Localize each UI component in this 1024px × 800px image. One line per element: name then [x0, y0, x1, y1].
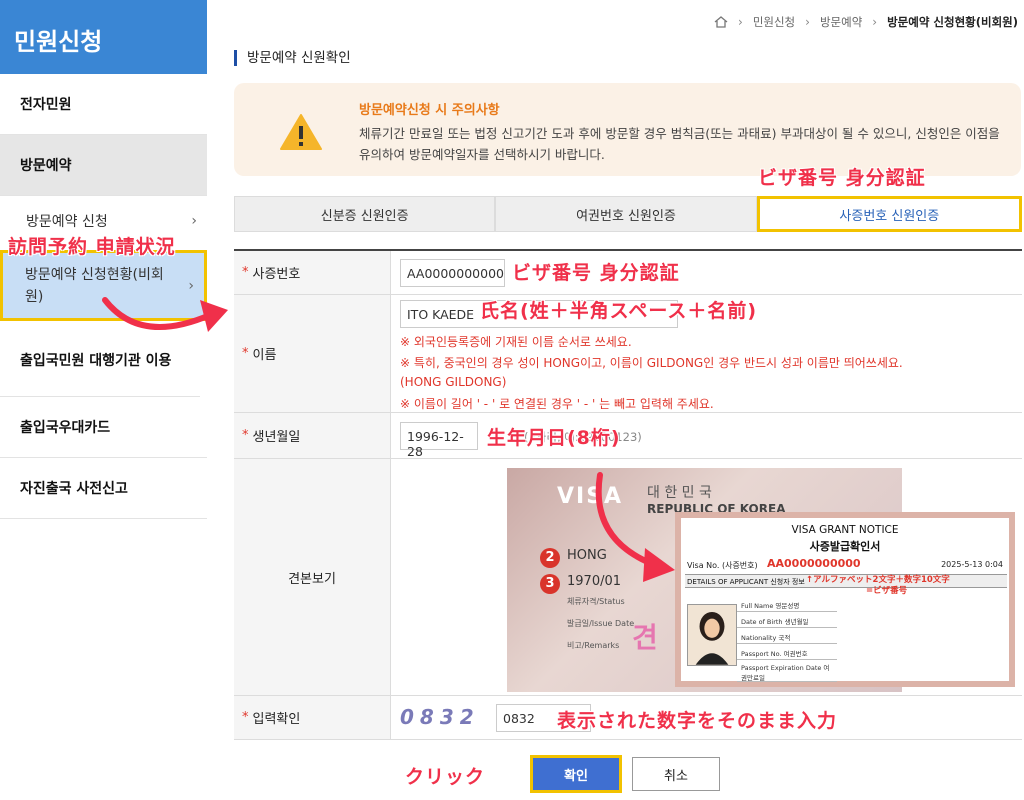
grant-date: 2025-5-13 0:04 — [941, 560, 1003, 569]
annotation-visit-status: 訪問予約 申請状況 — [8, 236, 176, 258]
tab-passport[interactable]: 여권번호 신원인증 — [495, 196, 757, 232]
sidebar: 민원신청 전자민원 방문예약 방문예약 신청 › 방문예약 신청현황(비회원) … — [0, 0, 207, 800]
grant-field: Date of Birth 생년월일 — [737, 612, 837, 628]
sidebar-item-visit-reservation[interactable]: 방문예약 — [0, 135, 207, 196]
chevron-right-icon: › — [805, 15, 810, 29]
tab-id-card[interactable]: 신분증 신원인증 — [234, 196, 496, 232]
name-note: ※ 특히, 중국인의 경우 성이 HONG이고, 이름이 GILDONG인 경우… — [400, 356, 903, 370]
sidebar-subitem-label: 방문예약 신청 — [26, 214, 108, 230]
grant-visa-no-value: AA0000000000 — [767, 557, 861, 570]
identity-form: * 사증번호 AA0000000000 * 이름 ITO KAEDE ※ 외국인등록… — [234, 249, 1022, 740]
sample-stamp: 견 — [632, 621, 658, 654]
visa-no-label: * 사증번호 — [234, 251, 391, 294]
label-text: 생년월일 — [252, 430, 301, 445]
applicant-photo — [687, 604, 737, 666]
name-label: * 이름 — [234, 295, 391, 412]
grant-field: Passport Expiration Date 여권만료일 — [737, 660, 837, 682]
breadcrumb-item[interactable]: 방문예약 — [820, 14, 862, 30]
tab-bar: 신분증 신원인증 여권번호 신원인증 사증번호 신원인증 — [234, 196, 1022, 232]
person-icon — [695, 611, 729, 665]
chevron-right-icon: › — [191, 213, 197, 229]
breadcrumb-item[interactable]: 민원신청 — [753, 14, 795, 30]
annotation-click: クリック — [405, 766, 486, 788]
confirm-button[interactable]: 확인 — [530, 755, 622, 793]
sample-marker-2: 2 — [540, 548, 560, 568]
required-mark: * — [242, 428, 249, 443]
required-mark: * — [242, 710, 249, 725]
required-mark: * — [242, 346, 249, 361]
sample-small-label: 발급일/Issue Date — [567, 619, 635, 628]
dob-label: * 생년월일 — [234, 413, 391, 458]
grant-visa-no-label: Visa No. (사증번호) — [687, 561, 758, 570]
cancel-button[interactable]: 취소 — [632, 757, 720, 791]
breadcrumb: › 민원신청 › 방문예약 › 방문예약 신청현황(비회원) — [714, 14, 1018, 30]
sidebar-item-priority-card[interactable]: 출입국우대카드 — [0, 397, 207, 458]
name-note: ※ 외국인등록증에 기재된 이름 순서로 쓰세요. — [400, 335, 632, 349]
annotation-dob-field: 生年月日(8桁) — [487, 427, 621, 449]
label-text: 사증번호 — [252, 267, 301, 282]
label-text: 입력확인 — [252, 712, 301, 727]
sidebar-item-e-civil[interactable]: 전자민원 — [0, 74, 207, 135]
label-text: 이름 — [252, 348, 277, 363]
captcha-label: * 입력확인 — [234, 696, 391, 739]
grant-field: Nationality 국적 — [737, 628, 837, 644]
visa-grant-notice: VISA GRANT NOTICE 사증발급확인서 Visa No. (사증번호… — [675, 512, 1015, 687]
annotation-name-field: 氏名(姓＋半角スペース＋名前) — [480, 300, 758, 322]
form-row-dob: * 생년월일 1996-12-28 (8자리, 예:19000123) — [234, 413, 1022, 459]
grant-field: Passport No. 여권번호 — [737, 644, 837, 660]
page-title: 방문예약 신원확인 — [234, 50, 351, 66]
sidebar-item-voluntary-departure[interactable]: 자진출국 사전신고 — [0, 458, 207, 519]
sample-small-label: 비고/Remarks — [567, 641, 620, 650]
sample-marker-3: 3 — [540, 574, 560, 594]
sidebar-item-label: 출입국민원 대행기관 이용 — [20, 352, 172, 369]
grant-annotation: =ビザ番号 — [866, 586, 908, 596]
curved-arrow-icon — [595, 472, 675, 582]
warning-icon — [280, 114, 322, 150]
annotation-captcha-field: 表示された数字をそのまま入力 — [557, 710, 838, 732]
sidebar-title: 민원신청 — [0, 0, 207, 74]
captcha-image: 0832 — [400, 705, 480, 729]
required-mark: * — [242, 265, 249, 280]
notice-title: 방문예약신청 시 주의사항 — [359, 103, 500, 118]
chevron-right-icon: › — [738, 15, 743, 29]
annotation-visa-tab: ビザ番号 身分認証 — [758, 167, 926, 189]
sample-small-label: 체류자격/Status — [567, 597, 625, 606]
annotation-visa-field: ビザ番号 身分認証 — [512, 262, 680, 284]
name-note: ※ 이름이 길어 ' - ' 로 연결된 경우 ' - ' 는 빼고 입력해 주… — [400, 397, 714, 411]
tab-visa[interactable]: 사증번호 신원인증 — [756, 196, 1022, 232]
sample-label: 견본보기 — [234, 459, 391, 695]
home-icon[interactable] — [714, 16, 728, 28]
dob-input[interactable]: 1996-12-28 — [400, 422, 478, 459]
visa-no-input[interactable]: AA0000000000 — [400, 259, 505, 287]
name-note: (HONG GILDONG) — [400, 375, 507, 389]
chevron-right-icon: › — [872, 15, 878, 29]
breadcrumb-current: 방문예약 신청현황(비회원) — [887, 15, 1018, 29]
notice-body: 체류기간 만료일 또는 법정 신고기간 도과 후에 방문할 경우 범칙금(또는 … — [359, 126, 1000, 162]
grant-field: Full Name 영문성명 — [737, 596, 837, 612]
grant-title-en: VISA GRANT NOTICE — [791, 524, 899, 536]
curved-arrow-icon — [102, 297, 228, 332]
grant-title-kr: 사증발급확인서 — [809, 540, 881, 553]
